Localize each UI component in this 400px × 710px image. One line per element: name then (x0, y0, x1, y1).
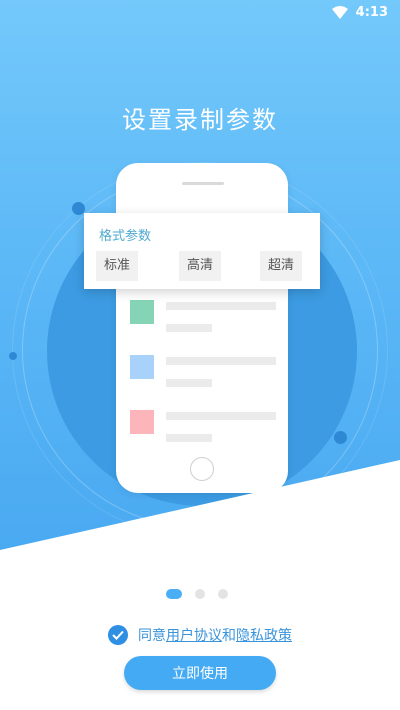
privacy-policy-link[interactable]: 隐私政策 (236, 625, 292, 645)
status-bar: 4:13 (0, 0, 400, 25)
status-time: 4:13 (355, 5, 388, 20)
agreement-conjunction: 和 (222, 628, 236, 644)
start-button[interactable]: 立即使用 (124, 656, 276, 690)
wifi-icon (331, 5, 348, 19)
agreement-checkbox[interactable] (108, 625, 128, 645)
user-agreement-link[interactable]: 用户协议 (166, 625, 222, 645)
check-icon (112, 630, 124, 640)
diagonal-cut (0, 460, 400, 560)
pager-dot[interactable] (195, 589, 205, 599)
agreement-prefix: 同意 (138, 628, 166, 644)
pager-dot-active[interactable] (166, 589, 182, 599)
pager (0, 588, 400, 600)
pager-dot[interactable] (218, 589, 228, 599)
page-title: 设置录制参数 (122, 106, 278, 134)
hero-section: 格式参数 标准 高清 超清 设置录制参数 (0, 0, 400, 560)
agreement-row: 同意 用户协议 和 隐私政策 (0, 625, 400, 645)
